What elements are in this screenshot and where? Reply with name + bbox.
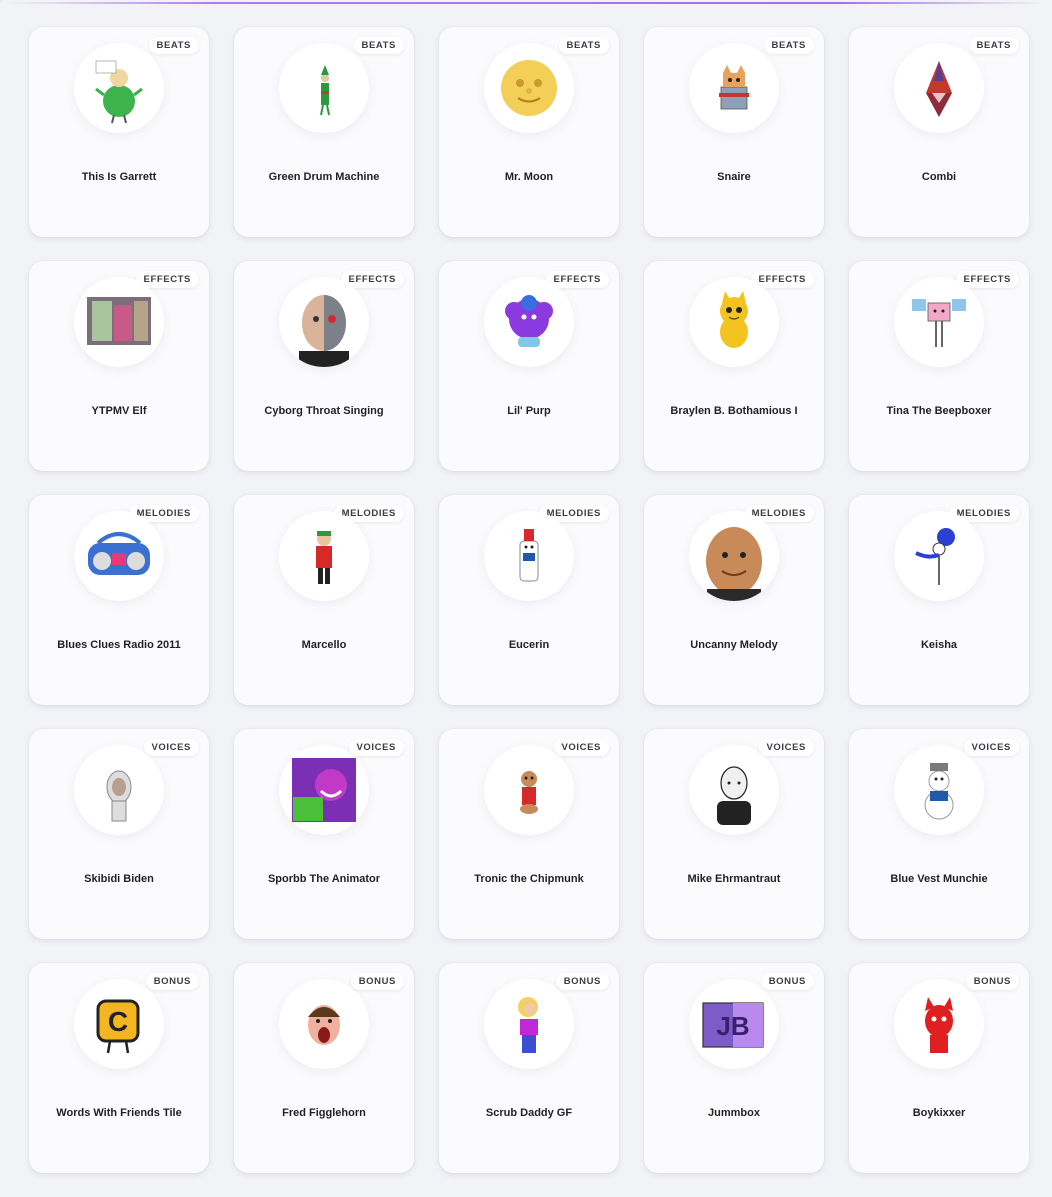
chipmunk-icon <box>484 745 574 835</box>
character-card[interactable]: EFFECTS Lil' Purp <box>439 261 619 471</box>
character-name: Combi <box>921 171 957 183</box>
character-card[interactable]: EFFECTS YTPMV Elf <box>29 261 209 471</box>
character-name: Tina The Beepboxer <box>886 405 992 417</box>
snowman-icon <box>894 745 984 835</box>
character-card[interactable]: EFFECTS Cyborg Throat Singing <box>234 261 414 471</box>
cyborg-face-icon <box>279 277 369 367</box>
uncanny-face-icon <box>689 511 779 601</box>
character-name: Boykixxer <box>912 1107 966 1119</box>
character-card[interactable]: MELODIES Uncanny Melody <box>644 495 824 705</box>
character-card[interactable]: BEATS Combi <box>849 27 1029 237</box>
red-creature-icon <box>894 979 984 1069</box>
character-card[interactable]: VOICES Sporbb The Animator <box>234 729 414 939</box>
character-card[interactable]: BONUS Fred Figglehorn <box>234 963 414 1173</box>
character-name: Tronic the Chipmunk <box>474 873 584 885</box>
category-badge: BONUS <box>145 973 199 990</box>
character-card[interactable]: MELODIES Marcello <box>234 495 414 705</box>
moon-face-icon <box>484 43 574 133</box>
character-name: Mr. Moon <box>504 171 554 183</box>
character-card[interactable]: MELODIES Blues Clues Radio 2011 <box>29 495 209 705</box>
category-badge: VOICES <box>553 739 609 756</box>
character-card[interactable]: BEATS Mr. Moon <box>439 27 619 237</box>
character-name: YTPMV Elf <box>91 405 147 417</box>
character-name: Uncanny Melody <box>690 639 778 651</box>
geometric-figure-icon <box>894 43 984 133</box>
character-name: Fred Figglehorn <box>282 1107 366 1119</box>
category-badge: VOICES <box>348 739 404 756</box>
character-card[interactable]: VOICES Tronic the Chipmunk <box>439 729 619 939</box>
character-name: Blues Clues Radio 2011 <box>57 639 181 651</box>
character-card[interactable]: BONUS Scrub Daddy GF <box>439 963 619 1173</box>
screaming-boy-icon <box>279 979 369 1069</box>
category-badge: BONUS <box>350 973 404 990</box>
blonde-figure-icon <box>484 979 574 1069</box>
character-card[interactable]: BONUS JB Jummbox <box>644 963 824 1173</box>
pink-box-icon <box>894 277 984 367</box>
character-name: Braylen B. Bothamious I <box>670 405 798 417</box>
red-jacket-figure-icon <box>279 511 369 601</box>
character-name: Words With Friends Tile <box>56 1107 182 1119</box>
category-badge: VOICES <box>963 739 1019 756</box>
character-card[interactable]: BONUS Boykixxer <box>849 963 1029 1173</box>
character-name: This Is Garrett <box>81 171 157 183</box>
character-name: Green Drum Machine <box>268 171 380 183</box>
top-accent-bar <box>6 2 1046 4</box>
icon-glyph-text: C <box>108 1006 128 1037</box>
bald-man-icon <box>689 745 779 835</box>
lotion-bottle-icon <box>484 511 574 601</box>
photo-elf-icon <box>74 277 164 367</box>
green-man-icon <box>74 43 164 133</box>
character-card[interactable]: EFFECTS Tina The Beepboxer <box>849 261 1029 471</box>
character-card[interactable]: BEATS Snaire <box>644 27 824 237</box>
radio-icon <box>74 511 164 601</box>
character-name: Keisha <box>920 639 958 651</box>
letter-tile-icon: C <box>74 979 164 1069</box>
category-badge: BONUS <box>965 973 1019 990</box>
category-badge: VOICES <box>143 739 199 756</box>
character-name: Eucerin <box>508 639 550 651</box>
character-grid: BEATS This Is Garrett BEATS Green Drum Mach… <box>29 27 1029 1173</box>
blue-hair-figure-icon <box>894 511 984 601</box>
character-name: Blue Vest Munchie <box>890 873 988 885</box>
character-card[interactable]: MELODIES Eucerin <box>439 495 619 705</box>
icon-glyph-text: JB <box>716 1011 749 1041</box>
category-badge: BONUS <box>555 973 609 990</box>
category-badge: BONUS <box>760 973 814 990</box>
category-badge: BEATS <box>558 37 609 54</box>
category-badge: BEATS <box>968 37 1019 54</box>
character-name: Mike Ehrmantraut <box>687 873 781 885</box>
character-name: Jummbox <box>708 1107 760 1119</box>
character-card[interactable]: BEATS Green Drum Machine <box>234 27 414 237</box>
category-badge: VOICES <box>758 739 814 756</box>
character-name: Marcello <box>301 639 347 651</box>
character-name: Cyborg Throat Singing <box>264 405 384 417</box>
character-card[interactable]: VOICES Skibidi Biden <box>29 729 209 939</box>
purple-cartoon-icon <box>279 745 369 835</box>
character-name: Skibidi Biden <box>84 873 154 885</box>
app-panel: BEATS This Is Garrett BEATS Green Drum Mach… <box>0 0 1052 1197</box>
character-card[interactable]: VOICES Mike Ehrmantraut <box>644 729 824 939</box>
character-card[interactable]: VOICES Blue Vest Munchie <box>849 729 1029 939</box>
character-card[interactable]: EFFECTS Braylen B. Bothamious I <box>644 261 824 471</box>
robot-cat-icon <box>689 43 779 133</box>
category-badge: BEATS <box>148 37 199 54</box>
character-card[interactable]: MELODIES Keisha <box>849 495 1029 705</box>
purple-creature-icon <box>484 277 574 367</box>
category-badge: BEATS <box>763 37 814 54</box>
elf-figure-icon <box>279 43 369 133</box>
category-badge: BEATS <box>353 37 404 54</box>
toilet-face-icon <box>74 745 164 835</box>
character-card[interactable]: BONUS C Words With Friends Tile <box>29 963 209 1173</box>
yellow-cat-icon <box>689 277 779 367</box>
character-name: Lil' Purp <box>507 405 551 417</box>
character-name: Snaire <box>717 171 751 183</box>
character-name: Sporbb The Animator <box>267 873 381 885</box>
character-card[interactable]: BEATS This Is Garrett <box>29 27 209 237</box>
jb-logo-icon: JB <box>689 979 779 1069</box>
character-name: Scrub Daddy GF <box>485 1107 573 1119</box>
